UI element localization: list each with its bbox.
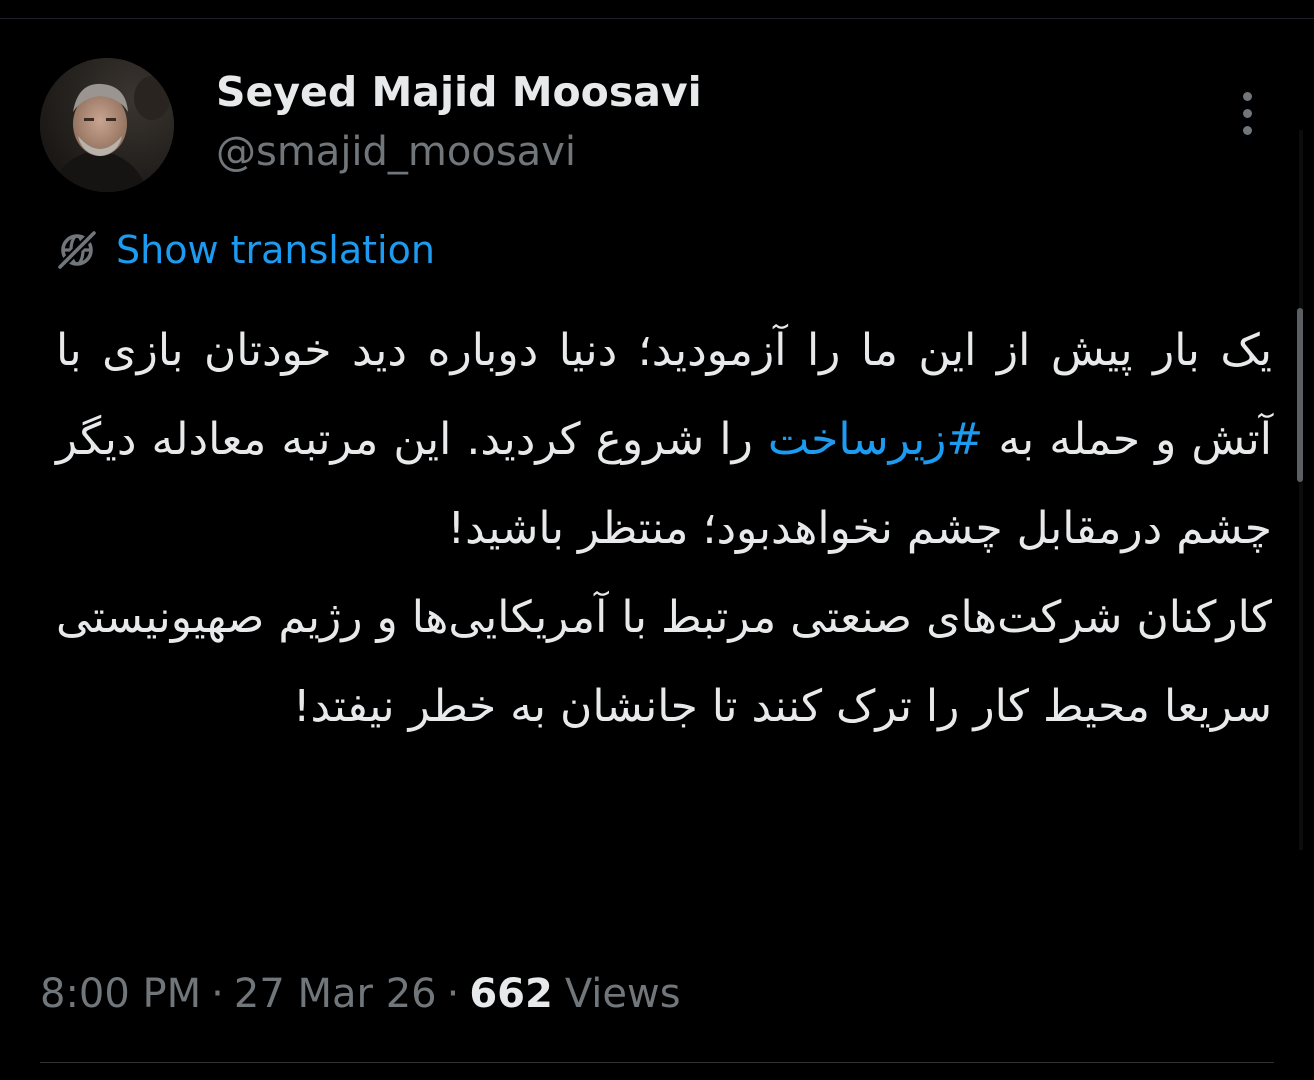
tweet-time[interactable]: 8:00 PM [40,971,201,1017]
more-options-button[interactable] [1230,84,1264,142]
globe-slash-icon [57,230,97,270]
scrollbar-thumb[interactable] [1297,308,1303,482]
bottom-divider [40,1062,1274,1063]
more-vertical-icon-dot [1242,108,1252,118]
views-count[interactable]: 662 [469,971,565,1017]
tweet-paragraph: کارکنان شرکت‌های صنعتی مرتبط با آمریکایی… [56,592,1272,732]
display-name[interactable]: Seyed Majid Moosavi [216,64,702,120]
tweet-paragraph: یک بار پیش از این ما را آزمودید؛ دنیا دو… [56,306,1272,573]
show-translation-label: Show translation [116,228,435,272]
views-label[interactable]: Views [565,971,681,1017]
meta-separator: · [211,971,224,1017]
avatar-photo [40,58,174,192]
scrollbar-track[interactable] [1299,130,1303,850]
show-translation-link[interactable]: Show translation [54,222,435,278]
tweet-text: یک بار پیش از این ما را آزمودید؛ دنیا دو… [56,306,1272,751]
tweet-metadata: 8:00 PM · 27 Mar 26 · 662 Views [40,964,681,1024]
more-vertical-icon-dot [1242,91,1252,101]
user-handle[interactable]: @smajid_moosavi [216,126,576,178]
avatar[interactable] [40,58,174,192]
more-vertical-icon-dot [1242,125,1252,135]
hashtag-link[interactable]: #زیرساخت [768,414,983,465]
meta-separator: · [446,971,460,1017]
top-divider [0,18,1314,19]
tweet-date[interactable]: 27 Mar 26 [234,971,437,1017]
